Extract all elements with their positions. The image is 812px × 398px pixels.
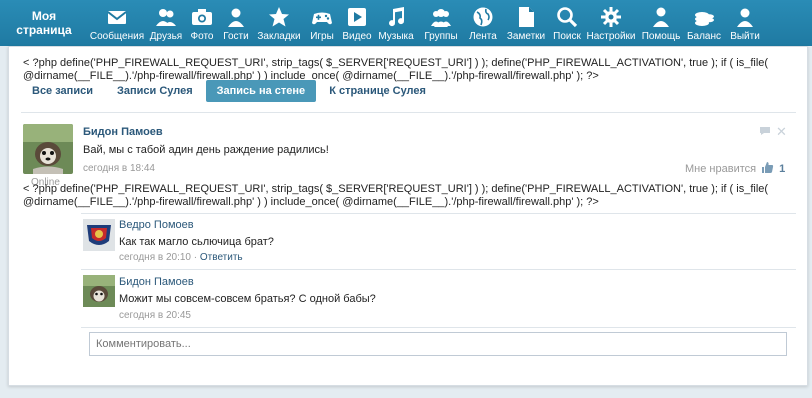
nav-item-label: Помощь — [641, 31, 681, 42]
music-icon — [384, 5, 408, 29]
comment-author-avatar[interactable] — [83, 275, 115, 307]
thumbs-up-icon — [761, 161, 774, 177]
like-count: 1 — [779, 163, 786, 175]
divider — [81, 269, 796, 270]
comment-author-avatar[interactable] — [83, 219, 115, 251]
nav-item-label: Баланс — [686, 31, 722, 42]
close-icon[interactable]: ✕ — [776, 124, 787, 140]
help-icon — [649, 5, 673, 29]
comment-author-name[interactable]: Ведро Помоев — [119, 219, 194, 231]
divider — [81, 213, 796, 214]
post-time[interactable]: сегодня в 18:44 — [83, 163, 155, 174]
top-nav-bar: Моя страница Сообщения Друзья Фото Гости Зак… — [0, 0, 812, 46]
comment-text: Можит мы совсем-совсем братья? С одной б… — [119, 293, 376, 305]
nav-item-label: Игры — [310, 31, 334, 42]
nav-item-label: Лента — [469, 31, 497, 42]
nav-item-user[interactable]: Гости — [218, 0, 254, 46]
nav-item-label: Выйти — [730, 31, 760, 42]
post-text: Вай, мы с табой адин день раждение радил… — [83, 144, 329, 156]
nav-item-label: Поиск — [553, 31, 581, 42]
nav-item-friends[interactable]: Друзья — [146, 0, 186, 46]
wall-tabs: Все записи Записи Сулея Запись на стене … — [21, 80, 439, 102]
tab-wall-post[interactable]: Запись на стене — [205, 80, 317, 102]
comment-time[interactable]: сегодня в 20:10 — [119, 252, 191, 263]
nav-item-coins[interactable]: Баланс — [684, 0, 724, 46]
post-author-avatar[interactable] — [23, 124, 73, 174]
comment-icon[interactable] — [759, 126, 771, 139]
comment-input[interactable] — [89, 332, 787, 356]
tab-all-posts[interactable]: Все записи — [21, 80, 104, 102]
comment-text: Как так магло сьлючица брат? — [119, 236, 274, 248]
friends-icon — [154, 5, 178, 29]
divider — [81, 327, 796, 328]
nav-item-label: Видео — [342, 31, 372, 42]
camera-icon — [190, 5, 214, 29]
nav-item-label: Настройки — [586, 31, 636, 42]
nav-item-logout[interactable]: Выйти — [724, 0, 766, 46]
nav-item-music[interactable]: Музыка — [374, 0, 418, 46]
gear-icon — [599, 5, 623, 29]
tab-suley-posts[interactable]: Записи Сулея — [106, 80, 204, 102]
nav-item-group[interactable]: Группы — [418, 0, 464, 46]
like-label: Мне нравится — [685, 163, 757, 175]
gamepad-icon — [310, 5, 334, 29]
nav-item-label: Друзья — [149, 31, 183, 42]
star-icon — [267, 5, 291, 29]
divider — [21, 112, 796, 113]
like-button[interactable]: Мне нравится 1 — [685, 161, 785, 177]
note-icon — [514, 5, 538, 29]
search-icon — [555, 5, 579, 29]
nav-item-search[interactable]: Поиск — [550, 0, 584, 46]
comment-author-name[interactable]: Бидон Памоев — [119, 276, 194, 288]
nav-item-label: Музыка — [378, 31, 414, 42]
reply-link[interactable]: Ответить — [200, 252, 243, 263]
nav-item-gamepad[interactable]: Игры — [304, 0, 340, 46]
user-icon — [224, 5, 248, 29]
comment-time[interactable]: сегодня в 20:45 — [119, 310, 191, 321]
nav-item-globe[interactable]: Лента — [464, 0, 502, 46]
play-icon — [345, 5, 369, 29]
nav-item-camera[interactable]: Фото — [186, 0, 218, 46]
nav-item-note[interactable]: Заметки — [502, 0, 550, 46]
logout-icon — [733, 5, 757, 29]
nav-item-label: Гости — [223, 31, 249, 42]
nav-item-help[interactable]: Помощь — [638, 0, 684, 46]
nav-item-gear[interactable]: Настройки — [584, 0, 638, 46]
php-code-line-2: < ?php define('PHP_FIREWALL_REQUEST_URI'… — [23, 183, 769, 208]
group-icon — [429, 5, 453, 29]
nav-item-label: Группы — [424, 31, 458, 42]
nav-item-label: Заметки — [506, 31, 546, 42]
envelope-icon — [105, 5, 129, 29]
nav-item-play[interactable]: Видео — [340, 0, 374, 46]
my-page-link[interactable]: Моя страница — [0, 0, 88, 46]
post-author-name[interactable]: Бидон Памоев — [83, 126, 163, 138]
nav-item-label: Сообщения — [89, 31, 145, 42]
my-page-label-2: страница — [16, 23, 72, 37]
wall-post-panel: < ?php define('PHP_FIREWALL_REQUEST_URI'… — [8, 46, 808, 386]
coins-icon — [692, 5, 716, 29]
comment-meta: сегодня в 20:10 · Ответить — [119, 252, 243, 263]
nav-item-star[interactable]: Закладки — [254, 0, 304, 46]
my-page-label-1: Моя — [31, 9, 57, 23]
nav-item-label: Фото — [190, 31, 214, 42]
globe-icon — [471, 5, 495, 29]
nav-item-envelope[interactable]: Сообщения — [88, 0, 146, 46]
tab-to-suley-page[interactable]: К странице Сулея — [318, 80, 437, 102]
nav-item-label: Закладки — [257, 31, 301, 42]
